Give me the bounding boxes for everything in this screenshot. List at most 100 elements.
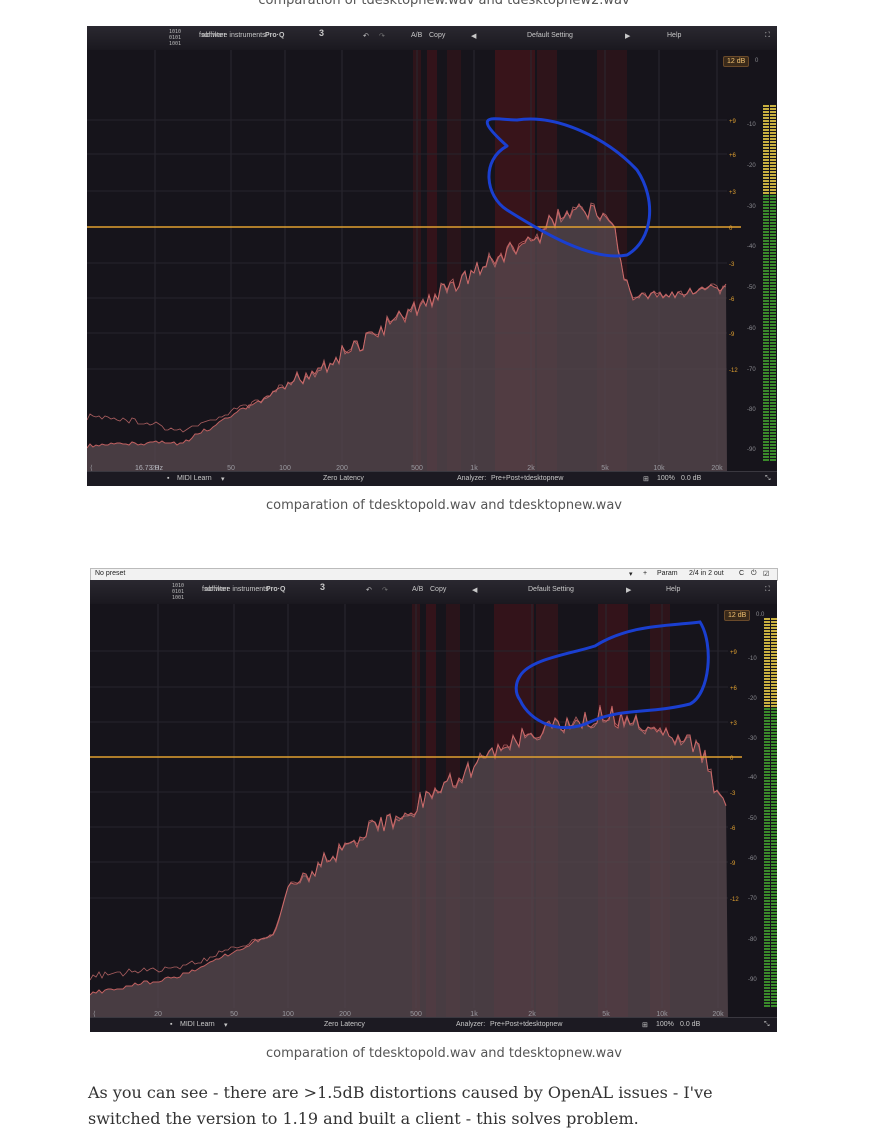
level-meter-segment	[771, 720, 777, 722]
level-meter-segment	[771, 699, 777, 701]
level-meter-segment	[764, 996, 770, 998]
brand-subtitle: software instruments	[201, 32, 266, 39]
fabfilter-logo-icon: 1010 0101 1001	[169, 29, 182, 47]
latency-button[interactable]: Zero Latency	[323, 475, 364, 482]
host-add-icon[interactable]: +	[643, 570, 647, 577]
midi-learn-button[interactable]: MIDI Learn	[180, 1021, 215, 1028]
level-meter-segment	[764, 936, 770, 938]
midi-learn-button[interactable]: MIDI Learn	[177, 475, 212, 482]
level-meter-segment	[764, 645, 770, 647]
undo-icon[interactable]: ↶	[363, 32, 369, 40]
host-preset-dropdown-icon[interactable]: ▾	[629, 570, 633, 578]
analyzer-value[interactable]: Pre+Post+tdesktopnew	[490, 1021, 562, 1028]
host-preset-select[interactable]: No preset	[95, 570, 125, 577]
level-meter-segment	[763, 357, 769, 359]
level-meter-segment	[763, 345, 769, 347]
level-meter-segment	[763, 423, 769, 425]
host-power-icon[interactable]: ⏻	[751, 570, 757, 578]
level-meter-segment	[764, 918, 770, 920]
level-meter-segment	[764, 972, 770, 974]
level-meter-segment	[771, 618, 777, 620]
copy-button[interactable]: Copy	[430, 586, 446, 593]
copy-button[interactable]: Copy	[429, 32, 445, 39]
zoom-icon[interactable]: ⊞	[643, 475, 649, 483]
midi-icon[interactable]: ▪	[170, 1021, 172, 1028]
level-meter-segment	[764, 912, 770, 914]
level-meter-segment	[770, 324, 776, 326]
output-gain[interactable]: 0.0 dB	[681, 475, 701, 482]
help-button[interactable]: Help	[667, 32, 681, 39]
level-meter-segment	[763, 216, 769, 218]
next-preset-icon[interactable]: ▶	[626, 586, 631, 594]
latency-button[interactable]: Zero Latency	[324, 1021, 365, 1028]
resize-icon[interactable]: ⤡	[765, 475, 771, 483]
level-meter-segment	[770, 414, 776, 416]
level-meter-segment	[764, 1002, 770, 1004]
output-gain[interactable]: 0.0 dB	[680, 1021, 700, 1028]
level-meter-segment	[764, 807, 770, 809]
level-meter-segment	[770, 261, 776, 263]
level-meter-segment	[771, 954, 777, 956]
undo-icon[interactable]: ↶	[366, 586, 372, 594]
level-meter-segment	[763, 177, 769, 179]
level-meter-segment	[770, 372, 776, 374]
meter-scale-label: -30	[748, 736, 757, 742]
level-meter-segment	[770, 279, 776, 281]
zoom-icon[interactable]: ⊞	[642, 1021, 648, 1029]
prev-preset-icon[interactable]: ◀	[472, 586, 477, 594]
level-meter-segment	[770, 288, 776, 290]
level-meter-segment	[764, 696, 770, 698]
product-version: 3	[320, 582, 326, 592]
level-meter-segment	[771, 726, 777, 728]
level-meter-segment	[764, 813, 770, 815]
fullscreen-icon[interactable]: ⛶	[765, 586, 770, 594]
host-check-icon[interactable]: ☑	[763, 570, 769, 578]
redo-icon[interactable]: ↷	[379, 32, 385, 40]
meter-scale-label: -90	[748, 977, 757, 983]
level-meter-segment	[764, 729, 770, 731]
analyzer-label: Analyzer:	[457, 475, 487, 482]
next-preset-icon[interactable]: ▶	[625, 32, 630, 40]
level-meter-segment	[771, 672, 777, 674]
spectrum-display[interactable]: 20 50 100 200 500 1k 2k 5k 10k 20k⟨+9+6+30-3-6-9-…	[90, 604, 777, 1018]
redo-icon[interactable]: ↷	[382, 586, 388, 594]
level-meter-segment	[764, 795, 770, 797]
fullscreen-icon[interactable]: ⛶	[765, 32, 770, 40]
level-meter-segment	[763, 111, 769, 113]
zoom-value[interactable]: 100%	[657, 475, 675, 482]
range-button[interactable]: 12 dB	[724, 610, 751, 621]
level-meter-segment	[770, 177, 776, 179]
level-meter-segment	[763, 243, 769, 245]
gain-axis-label: +3	[730, 721, 738, 727]
level-meter-segment	[764, 735, 770, 737]
midi-icon[interactable]: ▪	[167, 475, 169, 482]
resize-icon[interactable]: ⤡	[764, 1021, 770, 1029]
preset-name[interactable]: Default Setting	[527, 32, 573, 39]
help-button[interactable]: Help	[666, 586, 680, 593]
meter-scale-label: -80	[747, 407, 756, 413]
range-button[interactable]: 12 dB	[723, 56, 750, 67]
analyzer-value[interactable]: Pre+Post+tdesktopnew	[491, 475, 563, 482]
level-meter-segment	[763, 126, 769, 128]
level-meter-segment	[771, 705, 777, 707]
host-settings-button[interactable]: C	[739, 570, 744, 577]
spectrum-display[interactable]: 20 50 100 200 500 1k 2k 5k 10k 20k16.73 Hz⟨+9+6+3…	[87, 50, 777, 472]
midi-dropdown-icon[interactable]: ▾	[221, 475, 225, 483]
level-meter-segment	[763, 327, 769, 329]
level-meter-segment	[771, 645, 777, 647]
level-meter-segment	[771, 756, 777, 758]
level-meter-segment	[771, 864, 777, 866]
prev-preset-icon[interactable]: ◀	[471, 32, 476, 40]
midi-dropdown-icon[interactable]: ▾	[224, 1021, 228, 1029]
level-meter-segment	[764, 948, 770, 950]
level-meter-segment	[771, 741, 777, 743]
level-meter-segment	[771, 879, 777, 881]
ab-button[interactable]: A/B	[412, 586, 423, 593]
level-meter-segment	[763, 294, 769, 296]
host-param-button[interactable]: Param	[657, 570, 678, 577]
level-meter-segment	[763, 162, 769, 164]
zoom-value[interactable]: 100%	[656, 1021, 674, 1028]
host-io-button[interactable]: 2/4 in 2 out	[689, 570, 724, 577]
preset-name[interactable]: Default Setting	[528, 586, 574, 593]
ab-button[interactable]: A/B	[411, 32, 422, 39]
